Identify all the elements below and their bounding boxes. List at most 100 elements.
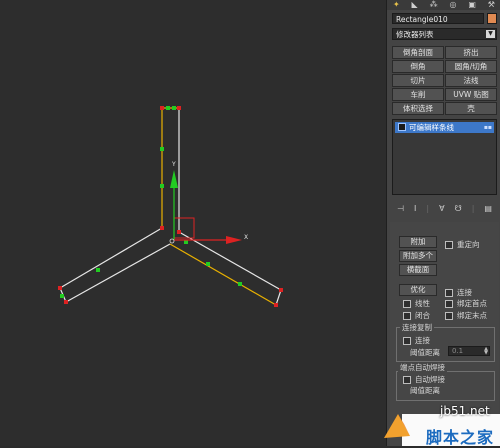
checkbox-icon[interactable] [403,311,411,320]
spline-segment [65,243,171,303]
vertex-handle [160,226,164,230]
vertex-handle [279,288,283,292]
vertex-handle [166,106,170,110]
watermark-url: jb51.net [440,404,490,418]
linear-checkbox[interactable]: 线性 [403,298,430,309]
vertex-handle [160,147,164,151]
normal-button[interactable]: 法线 [445,74,497,87]
uvw-map-button[interactable]: UVW 贴图 [445,88,497,101]
make-unique-icon[interactable]: ∀ [439,204,444,213]
weld-threshold-label: 阈值距离 [410,386,440,395]
modifier-list-label: 修改器列表 [396,30,434,39]
chevron-down-icon[interactable]: ▼ [486,30,495,38]
vertex-handle [160,184,164,188]
vertex-handle [274,303,278,307]
vertex-handle [64,300,68,304]
spline-segment [275,289,282,306]
fillet-chamfer-button[interactable]: 圆角/切角 [445,60,497,73]
axis-y-label: Y [171,161,176,168]
shell-button[interactable]: 壳 [445,102,497,115]
vertex-handle [177,230,181,234]
cross-section-button[interactable]: 横截面 [399,264,437,276]
auto-weld-checkbox[interactable]: 自动焊接 [403,374,445,385]
hierarchy-tab-icon[interactable]: ⁂ [430,0,438,10]
connect-copy-title: 连接复制 [400,323,434,332]
utilities-tab-icon[interactable]: ⚒ [488,0,495,10]
reorient-checkbox[interactable]: 重定向 [445,239,480,250]
connect-label: 连接 [457,288,472,297]
show-end-result-icon[interactable]: Ⅰ [414,204,416,213]
separator: | [426,203,430,213]
object-color-swatch[interactable] [487,13,497,24]
linear-label: 线性 [415,299,430,308]
spline-segment [169,243,277,306]
bind-first-checkbox[interactable]: 绑定首点 [445,298,487,309]
remove-modifier-icon[interactable]: ☋ [455,204,462,213]
spinner-arrows-icon[interactable]: ▲ ▼ [484,347,488,356]
modifier-list-dropdown[interactable]: 修改器列表 ▼ [392,28,497,40]
refine-button[interactable]: 优化 [399,284,437,296]
rollout-header-cut: ​ [398,222,438,227]
lathe-button[interactable]: 车削 [392,88,444,101]
vertex-handle [206,262,210,266]
vol-select-button[interactable]: 体积选择 [392,102,444,115]
vertex-handle [96,268,100,272]
vertex-handle [184,240,188,244]
connect-checkbox[interactable]: 连接 [445,287,472,298]
threshold-spinner[interactable]: 0.1 ▲ ▼ [448,346,490,356]
motion-tab-icon[interactable]: ◎ [449,0,456,10]
expand-icon[interactable] [398,123,406,131]
bevel-button[interactable]: 倒角 [392,60,444,73]
create-tab-icon[interactable]: ✦ [393,0,400,10]
threshold-value: 0.1 [452,347,464,355]
checkbox-icon[interactable] [445,240,453,249]
checkbox-icon[interactable] [403,299,411,308]
object-name-field[interactable]: Rectangle010 [392,13,484,24]
modifier-stack[interactable]: 可编辑样条线 ▪▪ [392,119,497,195]
vertex-handle [238,282,242,286]
vertex-handle [177,106,181,110]
axis-x-label: X [244,234,248,241]
vertex-handle [60,294,64,298]
closed-checkbox[interactable]: 闭合 [403,310,430,321]
grip-icon: ▪▪ [483,124,492,131]
bind-last-label: 绑定末点 [457,311,487,320]
connect-copy-checkbox[interactable]: 连接 [403,335,430,346]
viewport[interactable]: X Y [0,0,386,446]
watermark: jb51.net 脚本之家 [380,400,500,447]
checkbox-icon[interactable] [445,311,453,320]
bevel-profile-button[interactable]: 倒角剖面 [392,46,444,59]
reorient-label: 重定向 [457,240,480,249]
configure-sets-icon[interactable]: ▤ [484,204,492,213]
vertex-handle [58,286,62,290]
modify-tab-icon[interactable]: ◣ [412,0,418,10]
command-panel: ✦ ◣ ⁂ ◎ ▣ ⚒ Rectangle010 修改器列表 ▼ 倒角剖面 挤出… [386,0,500,446]
checkbox-icon[interactable] [403,336,411,345]
stack-toolbar: ⊣ Ⅰ | ∀ ☋ | ▤ [392,201,497,215]
viewport-canvas[interactable]: X Y [0,0,386,446]
kite-logo-icon [384,414,410,438]
stack-item-editable-spline[interactable]: 可编辑样条线 ▪▪ [395,122,494,133]
auto-weld-label: 自动焊接 [415,375,445,384]
display-tab-icon[interactable]: ▣ [468,0,476,10]
modifier-buttons: 倒角剖面 挤出 倒角 圆角/切角 切片 法线 车削 UVW 贴图 体积选择 壳 [392,46,497,115]
extrude-button[interactable]: 挤出 [445,46,497,59]
spline-segment [59,227,163,289]
attach-button[interactable]: 附加 [399,236,437,248]
endpoint-weld-title: 端点自动焊接 [398,363,447,372]
bind-first-label: 绑定首点 [457,299,487,308]
watermark-text: 脚本之家 [426,428,495,447]
checkbox-icon[interactable] [403,375,411,384]
threshold-label: 阈值距离 [410,348,440,357]
attach-mult-button[interactable]: 附加多个 [399,250,437,262]
slice-button[interactable]: 切片 [392,74,444,87]
bind-last-checkbox[interactable]: 绑定末点 [445,310,487,321]
pin-stack-icon[interactable]: ⊣ [397,204,404,213]
checkbox-icon[interactable] [445,288,453,297]
vertex-handle [160,106,164,110]
separator: | [471,203,475,213]
checkbox-icon[interactable] [445,299,453,308]
closed-label: 闭合 [415,311,430,320]
rollout-header-cut: ​ [456,222,486,227]
panel-tabs: ✦ ◣ ⁂ ◎ ▣ ⚒ [387,0,500,10]
